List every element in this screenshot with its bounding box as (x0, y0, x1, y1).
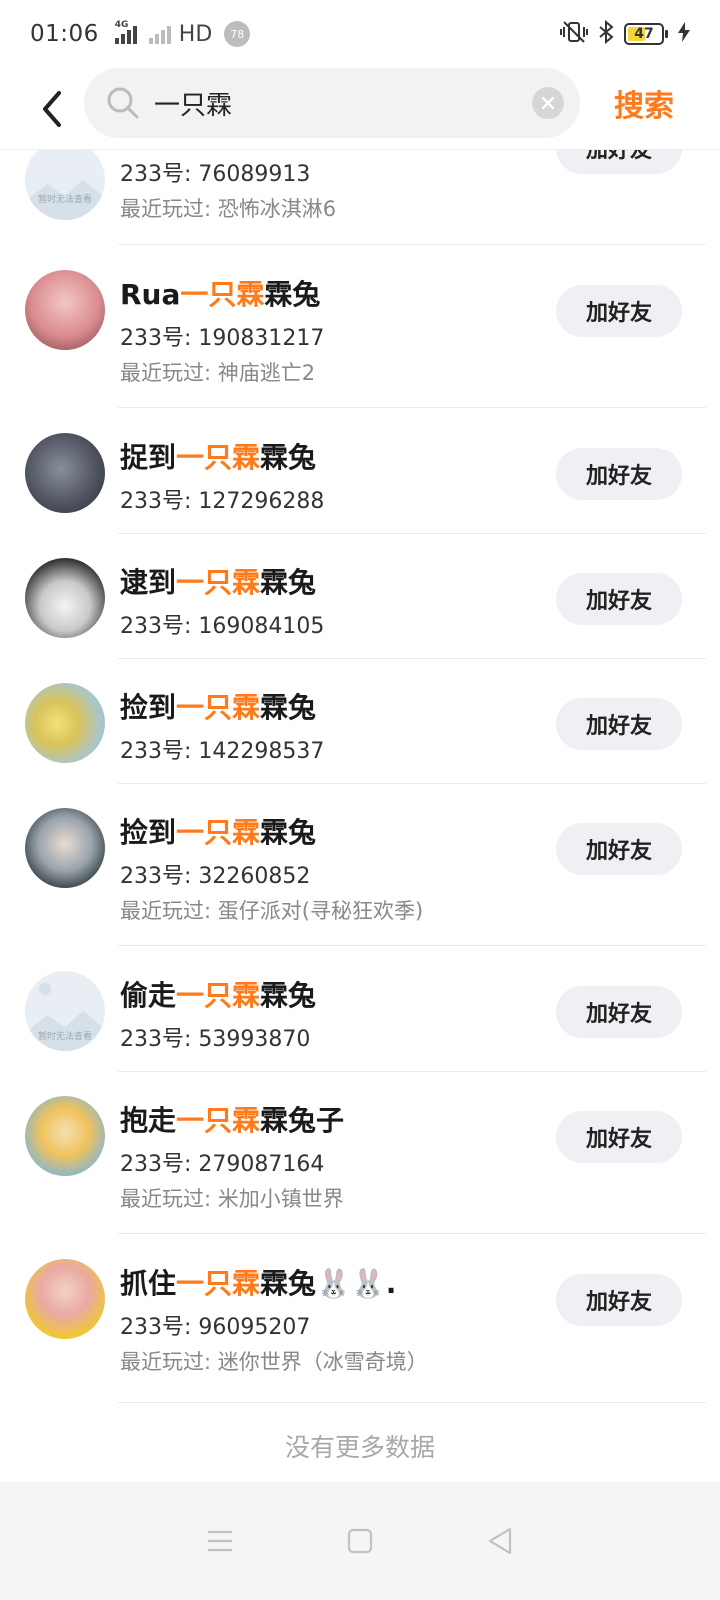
add-friend-button[interactable]: 加好友 (556, 1274, 682, 1326)
search-icon (107, 87, 139, 119)
user-avatar (25, 683, 105, 763)
clear-icon (541, 96, 555, 110)
add-friend-button[interactable]: 加好友 (556, 986, 682, 1038)
add-friend-button[interactable]: 加好友 (556, 823, 682, 875)
user-id: 233号: 32260852 (120, 864, 311, 889)
recent-game: 最近玩过: 蛋仔派对(寻秘狂欢季) (120, 899, 424, 923)
user-name: 偷走一只霖霖兔 (120, 979, 317, 1012)
list-item[interactable]: 捡到一只霖霖兔 233号: 32260852 最近玩过: 蛋仔派对(寻秘狂欢季)… (0, 783, 720, 946)
status-time: 01:06 (30, 21, 99, 47)
battery-level: 47 (634, 26, 654, 42)
add-friend-button[interactable]: 加好友 (556, 285, 682, 337)
search-input[interactable]: 一只霖 (84, 68, 580, 138)
bluetooth-icon (598, 19, 614, 48)
name-highlight: 一只霖 (176, 1104, 261, 1137)
user-id: 233号: 279087164 (120, 1152, 325, 1177)
list-item[interactable]: 抱走一只霖霖兔子 233号: 279087164 最近玩过: 米加小镇世界 加好… (0, 1071, 720, 1234)
name-highlight: 一只霖 (176, 816, 261, 849)
user-name: 抓住一只霖霖兔🐰🐰. (120, 1267, 397, 1300)
back-arrow-icon (43, 90, 61, 127)
user-id: 233号: 127296288 (120, 489, 325, 514)
vibrate-off-icon (560, 20, 588, 48)
home-icon (347, 1528, 373, 1554)
avatar-placeholder: 暂时无法查看 (25, 971, 105, 1051)
signal-4g-icon: 4G (114, 20, 137, 44)
search-query[interactable]: 一只霖 (154, 85, 532, 122)
avatar-placeholder-text: 暂时无法查看 (37, 195, 92, 205)
back-nav-button[interactable] (480, 1521, 520, 1561)
recent-game: 最近玩过: 米加小镇世界 (120, 1187, 344, 1211)
name-highlight: 一只霖 (176, 691, 261, 724)
name-highlight: 一只霖 (176, 566, 261, 599)
user-name: Rua一只霖霖兔 (120, 278, 321, 311)
notification-count-badge: 78 (224, 21, 251, 47)
user-name: 捉到一只霖霖兔 (120, 441, 317, 474)
signal-2-icon (148, 24, 171, 44)
name-highlight: 一只霖 (176, 441, 261, 474)
list-item[interactable]: 捡到一只霖霖兔 233号: 142298537 加好友 (0, 658, 720, 784)
avatar-placeholder-text: 暂时无法查看 (37, 1032, 92, 1042)
user-avatar (25, 270, 105, 350)
search-button[interactable]: 搜索 (614, 68, 674, 138)
user-avatar (25, 808, 105, 888)
user-id: 233号: 169084105 (120, 614, 325, 639)
status-right-icons: 47 (560, 0, 690, 68)
charging-icon (678, 22, 690, 46)
user-avatar (25, 1096, 105, 1176)
recent-game: 最近玩过: 神庙逃亡2 (120, 361, 316, 385)
user-id: 233号: 76089913 (120, 162, 311, 187)
recent-game: 最近玩过: 恐怖冰淇淋6 (120, 197, 337, 221)
user-avatar (25, 1259, 105, 1339)
list-item[interactable]: 抓住一只霖霖兔🐰🐰. 233号: 96095207 最近玩过: 迷你世界（冰雪奇… (0, 1234, 720, 1403)
add-friend-button[interactable]: 加好友 (556, 698, 682, 750)
user-avatar (25, 558, 105, 638)
add-friend-button[interactable]: 加好友 (556, 573, 682, 625)
network-type-label: 4G (114, 20, 129, 30)
user-id: 233号: 142298537 (120, 739, 325, 764)
add-friend-button[interactable]: 加好友 (556, 1111, 682, 1163)
user-id: 233号: 53993870 (120, 1027, 311, 1052)
system-nav-bar (0, 1482, 720, 1600)
recent-game: 最近玩过: 迷你世界（冰雪奇境） (120, 1350, 428, 1374)
list-item[interactable]: 逮到一只霖霖兔 233号: 169084105 加好友 (0, 533, 720, 659)
user-name: 逮到一只霖霖兔 (120, 566, 317, 599)
hd-label: HD (178, 21, 213, 47)
user-name: 捡到一只霖霖兔 (120, 691, 317, 724)
name-highlight: 一只霖 (176, 1267, 261, 1300)
back-triangle-icon (488, 1527, 512, 1555)
status-left-icons: 4G HD 78 (109, 20, 251, 47)
clear-button[interactable] (532, 87, 564, 119)
add-friend-button[interactable]: 加好友 (556, 448, 682, 500)
back-button[interactable] (22, 79, 82, 139)
no-more-data-label: 没有更多数据 (284, 1433, 435, 1462)
divider (118, 1402, 706, 1403)
name-highlight: 一只霖 (180, 278, 265, 311)
name-highlight: 一只霖 (176, 979, 261, 1012)
home-button[interactable] (340, 1521, 380, 1561)
user-id: 233号: 190831217 (120, 326, 325, 351)
status-bar: 01:06 4G HD 78 47 (0, 0, 720, 68)
user-name: 抱走一只霖霖兔子 (120, 1104, 345, 1137)
menu-button[interactable] (200, 1521, 240, 1561)
user-name: 捡到一只霖霖兔 (120, 816, 317, 849)
menu-icon (208, 1530, 232, 1552)
search-header: 一只霖 搜索 (0, 68, 720, 150)
battery-icon: 47 (624, 23, 668, 45)
list-item[interactable]: 捉到一只霖霖兔 233号: 127296288 加好友 (0, 408, 720, 534)
list-item[interactable]: Rua一只霖霖兔 233号: 190831217 最近玩过: 神庙逃亡2 加好友 (0, 245, 720, 408)
user-id: 233号: 96095207 (120, 1315, 311, 1340)
avatar-placeholder: 暂时无法查看 (25, 140, 105, 220)
list-item[interactable]: 暂时无法查看 偷走一只霖霖兔 233号: 53993870 加好友 (0, 946, 720, 1072)
user-avatar (25, 433, 105, 513)
